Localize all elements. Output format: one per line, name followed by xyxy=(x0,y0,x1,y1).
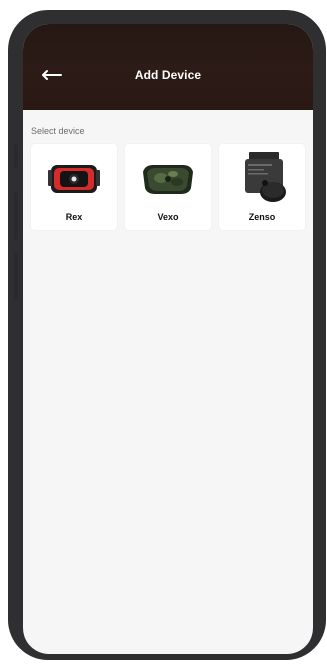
device-label-zenso: Zenso xyxy=(248,212,276,222)
app-screen: Add Device Select device Rex Vexo Zenso xyxy=(23,24,313,654)
section-label: Select device xyxy=(31,126,85,136)
mute-switch xyxy=(14,144,18,168)
vexo-device-image xyxy=(143,165,193,194)
device-card-zenso[interactable]: Zenso xyxy=(219,144,305,230)
app-header: Add Device xyxy=(23,24,313,110)
device-card-rex[interactable]: Rex xyxy=(31,144,117,230)
zenso-device-image xyxy=(245,152,286,202)
device-label-rex: Rex xyxy=(65,212,83,222)
device-card-vexo[interactable]: Vexo xyxy=(125,144,211,230)
page-title: Add Device xyxy=(134,68,202,82)
volume-down-button xyxy=(14,252,18,300)
rex-device-image xyxy=(48,165,100,193)
volume-up-button xyxy=(14,192,18,240)
device-label-vexo: Vexo xyxy=(157,212,179,222)
